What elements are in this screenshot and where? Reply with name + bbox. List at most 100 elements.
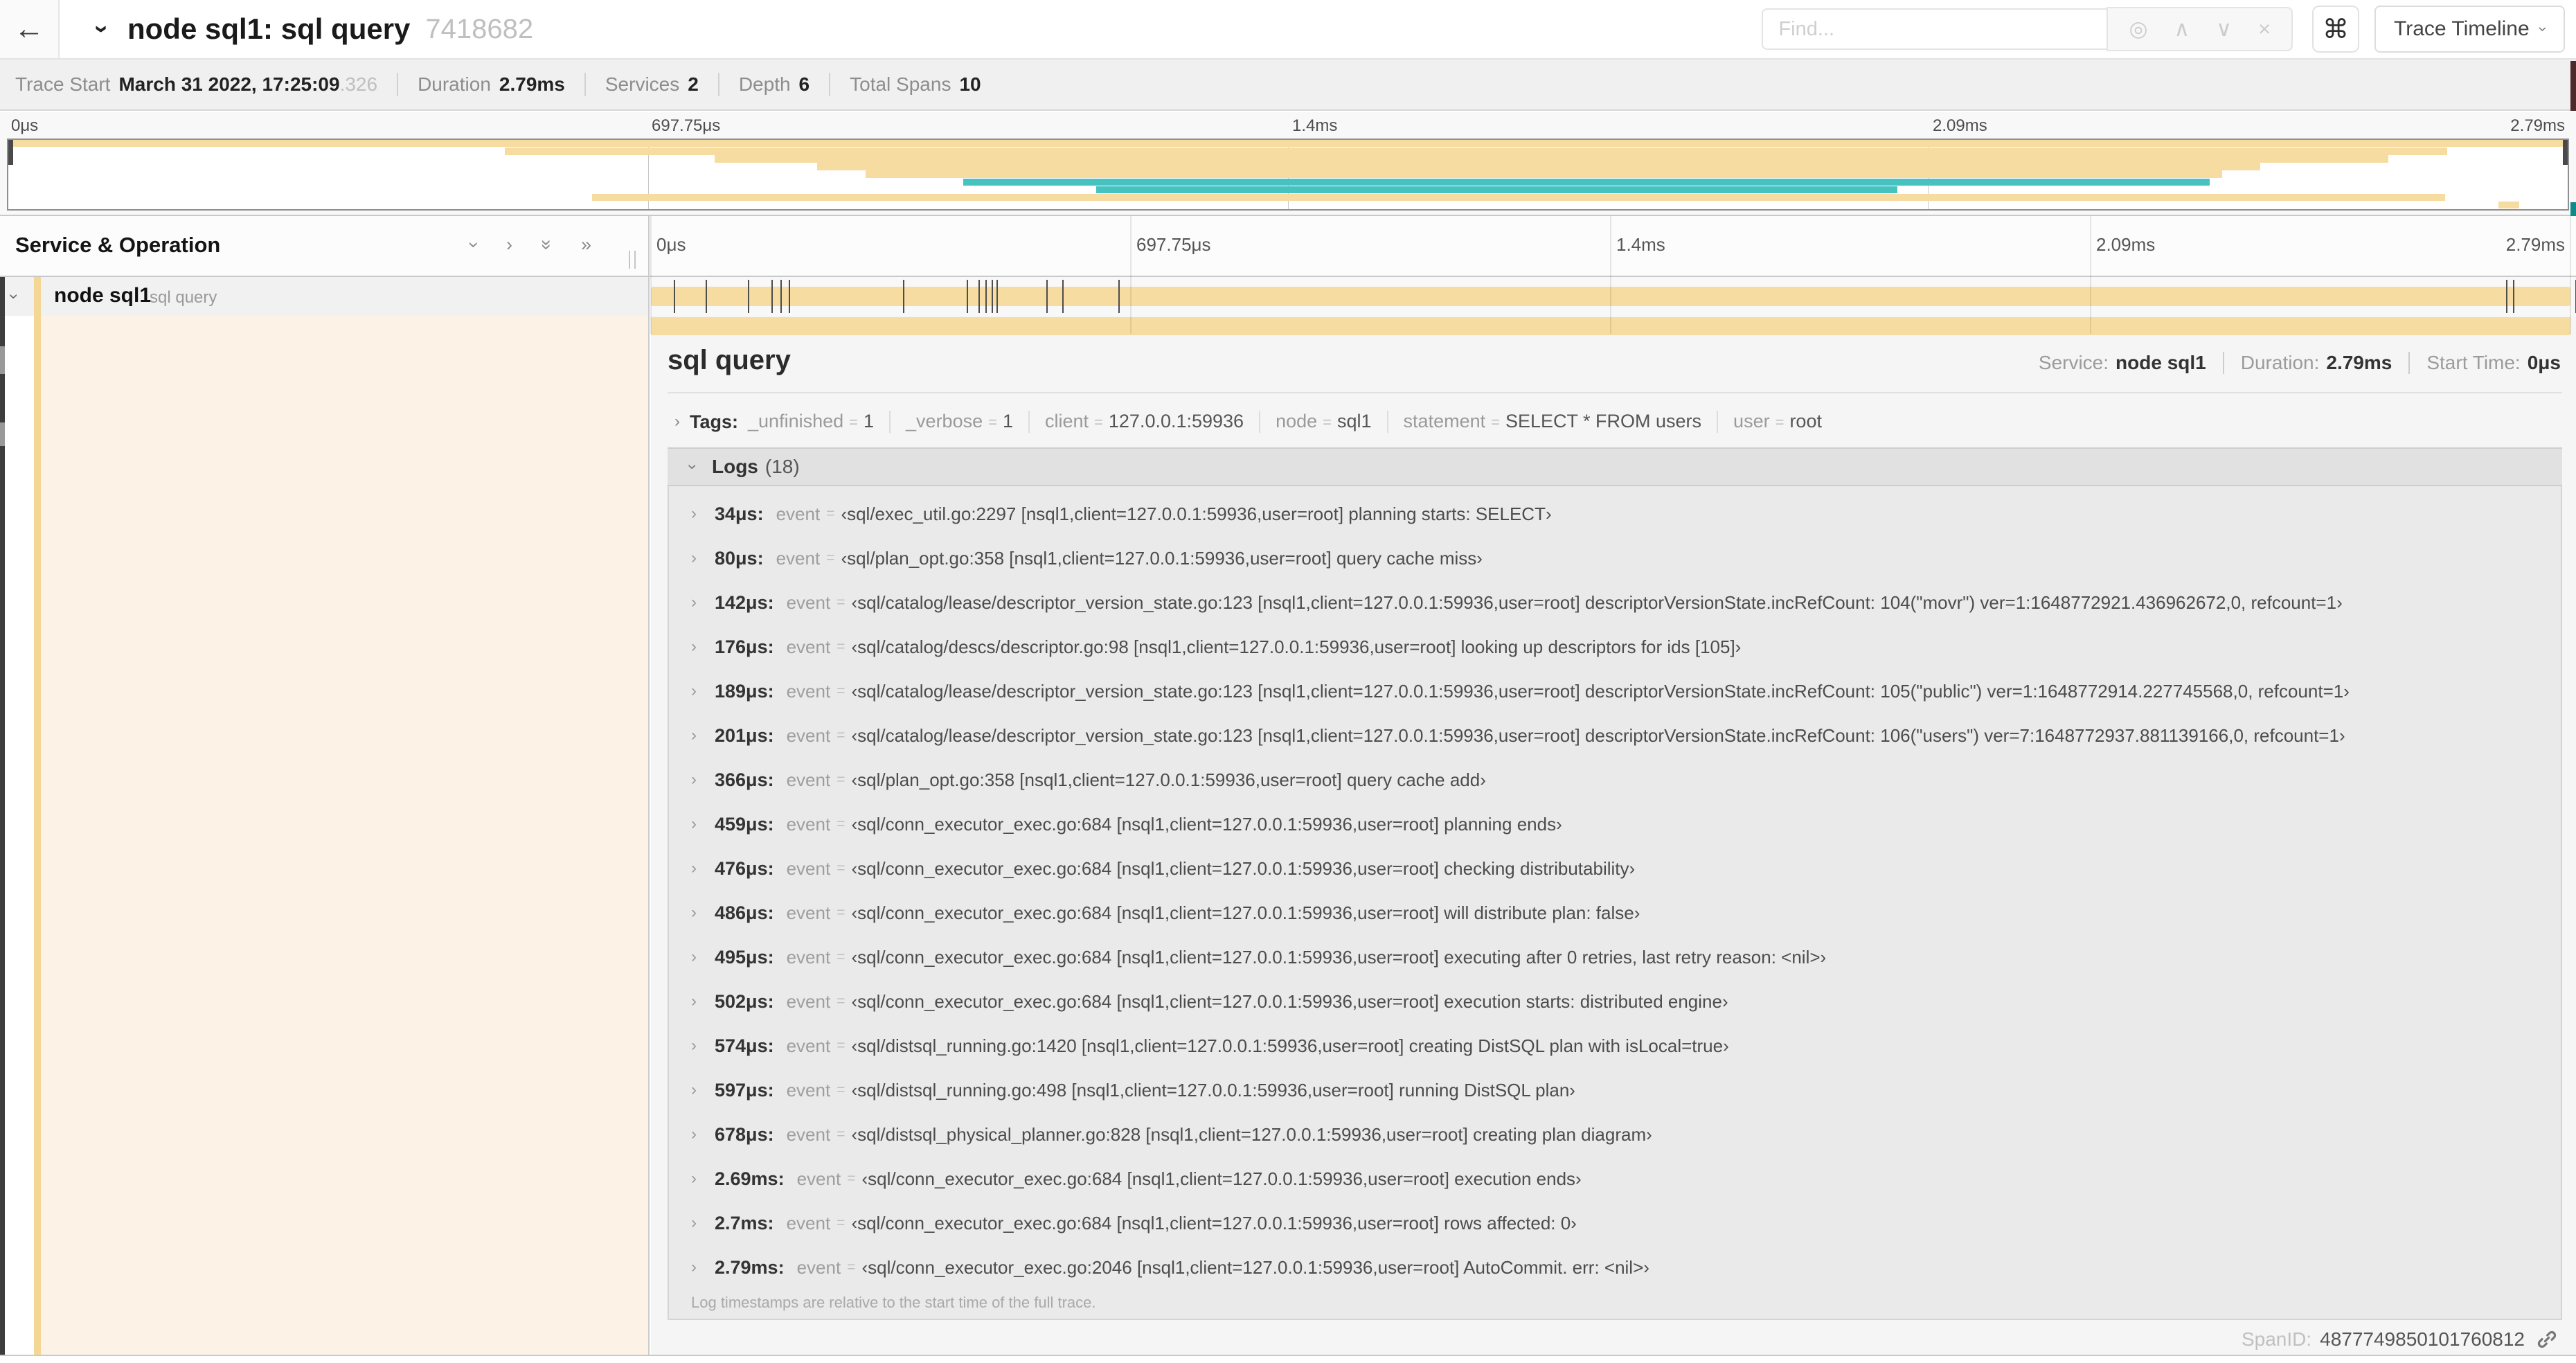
view-select-button[interactable]: Trace Timeline › [2374, 6, 2565, 53]
tag-value: 1 [1002, 411, 1013, 431]
tag-item[interactable]: node = sql1 [1276, 411, 1371, 432]
tags-section[interactable]: › Tags: _unfinished = 1 _verbose = 1 cli… [668, 403, 2562, 440]
log-row[interactable]: › 366μs: event = ‹sql/plan_opt.go:358 [n… [669, 758, 2561, 802]
minimap-span-bar [8, 140, 2568, 148]
clear-find-icon[interactable]: × [2258, 17, 2271, 42]
minimap-left-handle[interactable] [8, 140, 13, 165]
span-operation-name: sql query [150, 288, 217, 307]
log-equals: = [837, 772, 846, 787]
minimap-span-bar [866, 170, 2223, 178]
log-event-tick [1062, 280, 1064, 313]
log-timestamp: 459μs: [715, 813, 774, 835]
log-field-key: event [786, 902, 831, 923]
log-field-key: event [786, 636, 831, 657]
tag-value: SELECT * FROM users [1505, 411, 1702, 431]
collapse-one-icon[interactable]: › [463, 242, 485, 248]
tag-item[interactable]: client = 127.0.0.1:59936 [1045, 411, 1244, 432]
chevron-right-icon: › [691, 1080, 697, 1099]
link-icon[interactable] [2536, 1328, 2558, 1351]
log-row[interactable]: › 201μs: event = ‹sql/catalog/lease/desc… [669, 713, 2561, 758]
span-row-name-cell[interactable]: › node sql1 sql query [0, 277, 648, 316]
scrollbar-thumb[interactable] [0, 346, 5, 374]
keyboard-shortcuts-button[interactable]: ⌘ [2312, 6, 2360, 53]
log-row[interactable]: › 80μs: event = ‹sql/plan_opt.go:358 [ns… [669, 536, 2561, 580]
span-row-timeline-cell[interactable] [651, 277, 2576, 316]
log-field-value: ‹sql/conn_executor_exec.go:684 [nsql1,cl… [851, 946, 1827, 968]
log-event-tick [996, 280, 999, 313]
minimap-canvas[interactable] [7, 139, 2569, 211]
log-event-tick [780, 280, 782, 313]
page-header: ← › node sql1: sql query 7418682 ◎ ∧ ∨ ×… [0, 0, 2576, 60]
tag-value: 1 [864, 411, 875, 431]
log-row[interactable]: › 2.69ms: event = ‹sql/conn_executor_exe… [669, 1157, 2561, 1201]
log-field-value: ‹sql/exec_util.go:2297 [nsql1,client=127… [841, 503, 1552, 524]
log-row[interactable]: › 502μs: event = ‹sql/conn_executor_exec… [669, 979, 2561, 1024]
ruler-tick-label: 2.09ms [2096, 234, 2156, 255]
log-event-tick [985, 280, 987, 313]
log-timestamp: 2.79ms: [715, 1256, 785, 1278]
log-row[interactable]: › 486μs: event = ‹sql/conn_executor_exec… [669, 891, 2561, 935]
chevron-right-icon: › [691, 1125, 697, 1143]
log-row[interactable]: › 678μs: event = ‹sql/distsql_physical_p… [669, 1112, 2561, 1157]
detail-left-column [0, 316, 648, 1355]
info-value: 2.79ms [499, 73, 565, 95]
tag-key: node [1276, 411, 1318, 431]
chevron-right-icon: › [691, 1169, 697, 1188]
tag-item[interactable]: _verbose = 1 [906, 411, 1013, 432]
trace-timeline-page: ← › node sql1: sql query 7418682 ◎ ∧ ∨ ×… [0, 0, 2576, 1363]
scrollbar-thumb[interactable] [0, 422, 5, 446]
service-operation-header: Service & Operation [15, 233, 221, 257]
find-input[interactable] [1762, 8, 2107, 50]
log-field-value: ‹sql/conn_executor_exec.go:684 [nsql1,cl… [851, 902, 1640, 923]
next-match-icon[interactable]: ∨ [2216, 17, 2232, 42]
minimap-span-bar [1095, 186, 1897, 194]
log-row[interactable]: › 176μs: event = ‹sql/catalog/descs/desc… [669, 625, 2561, 669]
column-divider[interactable] [648, 216, 650, 1355]
log-field-value: ‹sql/conn_executor_exec.go:684 [nsql1,cl… [851, 813, 1562, 835]
expand-one-icon[interactable]: › [506, 234, 512, 256]
collapse-all-icon[interactable]: » [536, 240, 557, 250]
tag-divider [1717, 411, 1719, 433]
tag-item[interactable]: _unfinished = 1 [748, 411, 874, 432]
info-label: Depth [738, 73, 791, 95]
log-row[interactable]: › 495μs: event = ‹sql/conn_executor_exec… [669, 935, 2561, 979]
log-field-value: ‹sql/distsql_running.go:1420 [nsql1,clie… [851, 1035, 1729, 1056]
log-field-value: ‹sql/catalog/lease/descriptor_version_st… [851, 724, 2345, 746]
tag-item[interactable]: statement = SELECT * FROM users [1404, 411, 1702, 432]
span-id-row: SpanID: 4877749850101760812 [2242, 1324, 2558, 1355]
span-collapse-icon[interactable]: › [4, 294, 24, 299]
title-collapse-icon[interactable]: › [88, 25, 117, 33]
left-scrollbar[interactable] [0, 277, 5, 1355]
view-select-label: Trace Timeline [2394, 17, 2530, 40]
log-timestamp: 574μs: [715, 1035, 774, 1056]
log-row[interactable]: › 2.79ms: event = ‹sql/conn_executor_exe… [669, 1245, 2561, 1290]
meta-value: 0μs [2527, 352, 2561, 373]
log-event-tick [992, 280, 994, 313]
info-value: 2 [688, 73, 699, 95]
log-timestamp: 201μs: [715, 724, 774, 746]
log-row[interactable]: › 142μs: event = ‹sql/catalog/lease/desc… [669, 580, 2561, 625]
tag-item[interactable]: user = root [1733, 411, 1822, 432]
back-button[interactable]: ← [0, 0, 60, 58]
column-resize-grip[interactable] [629, 251, 636, 269]
info-divider [717, 73, 719, 96]
prev-match-icon[interactable]: ∧ [2174, 17, 2190, 42]
log-row[interactable]: › 597μs: event = ‹sql/distsql_running.go… [669, 1068, 2561, 1112]
expand-all-icon[interactable]: » [581, 234, 591, 256]
log-row[interactable]: › 476μs: event = ‹sql/conn_executor_exec… [669, 846, 2561, 891]
log-row[interactable]: › 2.7ms: event = ‹sql/conn_executor_exec… [669, 1201, 2561, 1245]
span-duration-bar[interactable] [651, 287, 2570, 306]
minimap-right-handle[interactable] [2563, 140, 2568, 165]
chevron-right-icon: › [691, 770, 697, 789]
tag-value: 127.0.0.1:59936 [1108, 411, 1244, 431]
match-highlight-icon[interactable]: ◎ [2129, 17, 2147, 42]
log-row[interactable]: › 459μs: event = ‹sql/conn_executor_exec… [669, 802, 2561, 846]
log-row[interactable]: › 189μs: event = ‹sql/catalog/lease/desc… [669, 669, 2561, 713]
minimap-span-bar [816, 163, 2261, 170]
info-value: March 31 2022, 17:25:09 [118, 73, 340, 95]
log-equals: = [837, 1082, 846, 1098]
logs-section-header[interactable]: › Logs (18) [668, 447, 2562, 486]
log-field-value: ‹sql/plan_opt.go:358 [nsql1,client=127.0… [841, 547, 1483, 569]
log-row[interactable]: › 34μs: event = ‹sql/exec_util.go:2297 [… [669, 492, 2561, 536]
log-row[interactable]: › 574μs: event = ‹sql/distsql_running.go… [669, 1024, 2561, 1068]
